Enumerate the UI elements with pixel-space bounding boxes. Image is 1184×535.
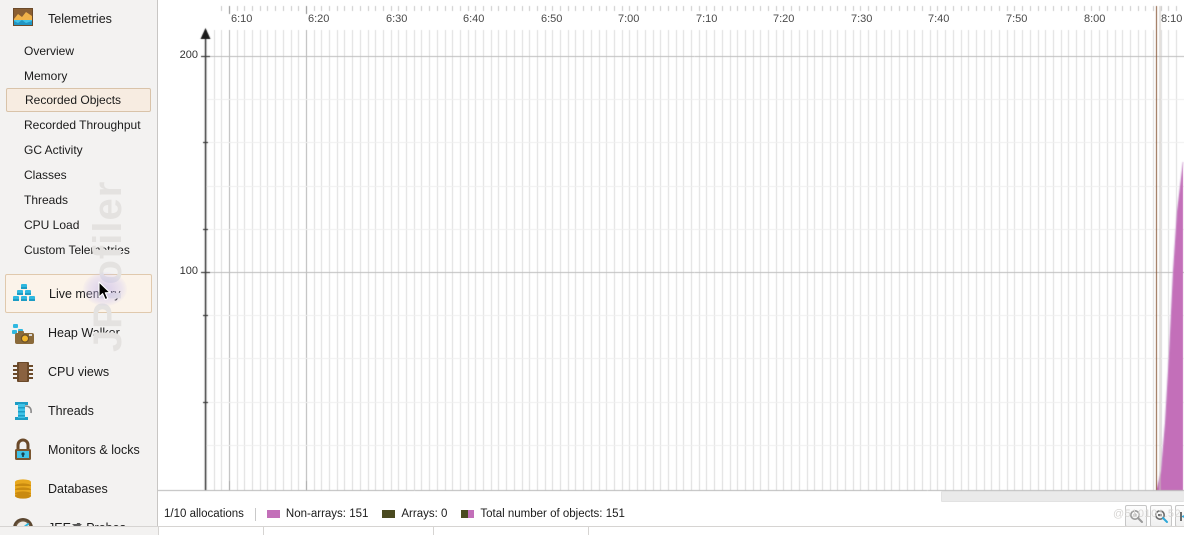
telemetry-nav-list: Overview Memory Recorded Objects Recorde… <box>0 38 157 262</box>
x-axis-tick-label: 7:20 <box>773 13 795 25</box>
telemetries-icon <box>12 6 34 33</box>
sidebar-item-label: Recorded Objects <box>25 93 122 107</box>
x-axis-tick-label: 6:30 <box>386 13 408 25</box>
sidebar-item-label: Threads <box>48 403 94 418</box>
sidebar-item-label: Heap Walker <box>48 325 120 340</box>
zoom-out-button[interactable] <box>1150 505 1172 527</box>
sidebar-item-threads[interactable]: Threads <box>0 187 157 212</box>
sidebar-item-label: Monitors & locks <box>48 442 140 457</box>
sidebar-item-cpu-views[interactable]: CPU views <box>0 352 157 391</box>
scrollbar-thumb[interactable] <box>942 492 1184 501</box>
allocations-label: 1/10 allocations <box>164 508 244 520</box>
bottom-frame-pane-4 <box>434 527 589 535</box>
legend-entry-non-arrays: Non-arrays: 151 <box>266 508 369 520</box>
legend-swatch-non-arrays <box>266 510 280 518</box>
x-axis-tick-label: 6:50 <box>541 13 563 25</box>
magnifier-plus-icon <box>1129 509 1143 523</box>
x-axis-tick-label: 8:10 <box>1161 13 1183 25</box>
x-axis-tick-label: 7:40 <box>928 13 950 25</box>
sidebar-item-label: Classes <box>24 167 67 182</box>
sidebar-item-recorded-objects[interactable]: Recorded Objects <box>6 88 151 112</box>
databases-icon <box>10 476 36 502</box>
legend-swatch-arrays <box>382 510 396 518</box>
sidebar-item-label: Recorded Throughput <box>24 117 141 132</box>
x-axis-tick-label: 6:40 <box>463 13 485 25</box>
legend-label-non-arrays: Non-arrays: 151 <box>285 508 369 520</box>
cpu-views-icon <box>10 359 36 385</box>
x-axis-tick-label: 7:00 <box>618 13 640 25</box>
sidebar-item-recorded-throughput[interactable]: Recorded Throughput <box>0 112 157 137</box>
bottom-frame <box>0 526 1184 535</box>
sidebar-item-custom-telemetries[interactable]: Custom Telemetries <box>0 237 157 262</box>
legend-swatch-total <box>461 510 475 518</box>
sidebar-item-label: CPU Load <box>24 217 80 232</box>
sidebar-section-label: Telemetries <box>48 12 112 26</box>
y-axis-tick-label: 200 <box>179 49 198 61</box>
status-divider <box>254 507 256 521</box>
bottom-frame-pane-1 <box>0 527 159 535</box>
sidebar-item-label: Overview <box>24 43 75 58</box>
fit-width-icon <box>1179 511 1184 521</box>
x-axis-tick-label: 7:10 <box>696 13 718 25</box>
x-axis-tick-label: 6:20 <box>308 13 330 25</box>
x-axis-tick-label: 7:50 <box>1006 13 1028 25</box>
jprofiler-window: Telemetries Overview Memory Recorded Obj… <box>0 0 1184 535</box>
x-axis-tick-label: 6:10 <box>231 13 253 25</box>
heap-walker-icon <box>10 320 36 346</box>
y-axis-tick-label: 100 <box>179 265 198 277</box>
live-memory-icon <box>11 281 37 307</box>
sidebar-item-databases[interactable]: Databases <box>0 469 157 508</box>
zoom-in-button[interactable] <box>1125 505 1147 527</box>
sidebar-item-overview[interactable]: Overview <box>0 38 157 63</box>
sidebar-item-label: Databases <box>48 481 108 496</box>
sidebar: Telemetries Overview Memory Recorded Obj… <box>0 0 158 535</box>
x-axis-tick-label: 7:30 <box>851 13 873 25</box>
sidebar-item-cpu-load[interactable]: CPU Load <box>0 212 157 237</box>
bottom-frame-pane-2 <box>159 527 264 535</box>
sidebar-item-live-memory[interactable]: Live memory <box>5 274 152 313</box>
status-bar: 1/10 allocations Non-arrays: 151 Arrays:… <box>159 503 1184 525</box>
sidebar-item-monitors-locks[interactable]: Monitors & locks <box>0 430 157 469</box>
sidebar-item-label: Custom Telemetries <box>24 242 130 257</box>
magnifier-minus-icon <box>1154 509 1168 523</box>
sidebar-item-heap-walker[interactable]: Heap Walker <box>0 313 157 352</box>
chart-pane: 6:10 6:20 6:30 6:40 6:50 7:00 7:10 7:20 7:30 7:40… <box>158 0 1184 535</box>
bottom-frame-pane-3 <box>264 527 434 535</box>
threads-icon <box>10 398 36 424</box>
fit-width-button[interactable] <box>1175 505 1184 527</box>
sidebar-item-label: Memory <box>24 68 68 83</box>
sidebar-item-label: Threads <box>24 192 69 207</box>
sidebar-item-gc-activity[interactable]: GC Activity <box>0 137 157 162</box>
horizontal-scrollbar[interactable] <box>941 491 1184 502</box>
legend-entry-total: Total number of objects: 151 <box>461 508 625 520</box>
chart-y-axis-labels: 100 200 <box>158 0 198 497</box>
x-axis-tick-label: 8:00 <box>1084 13 1106 25</box>
legend-label-arrays: Arrays: 0 <box>401 508 448 520</box>
sidebar-section-telemetries[interactable]: Telemetries <box>0 0 157 38</box>
recorded-objects-chart[interactable] <box>158 0 1184 497</box>
monitors-locks-icon <box>10 437 36 463</box>
sidebar-item-label: GC Activity <box>24 142 83 157</box>
sidebar-item-memory[interactable]: Memory <box>0 63 157 88</box>
legend-entry-arrays: Arrays: 0 <box>382 508 447 520</box>
sidebar-item-label: CPU views <box>48 364 110 379</box>
sidebar-item-threads[interactable]: Threads <box>0 391 157 430</box>
legend-label-total: Total number of objects: 151 <box>480 508 625 520</box>
sidebar-item-label: Live memory <box>49 286 121 301</box>
sidebar-item-classes[interactable]: Classes <box>0 162 157 187</box>
